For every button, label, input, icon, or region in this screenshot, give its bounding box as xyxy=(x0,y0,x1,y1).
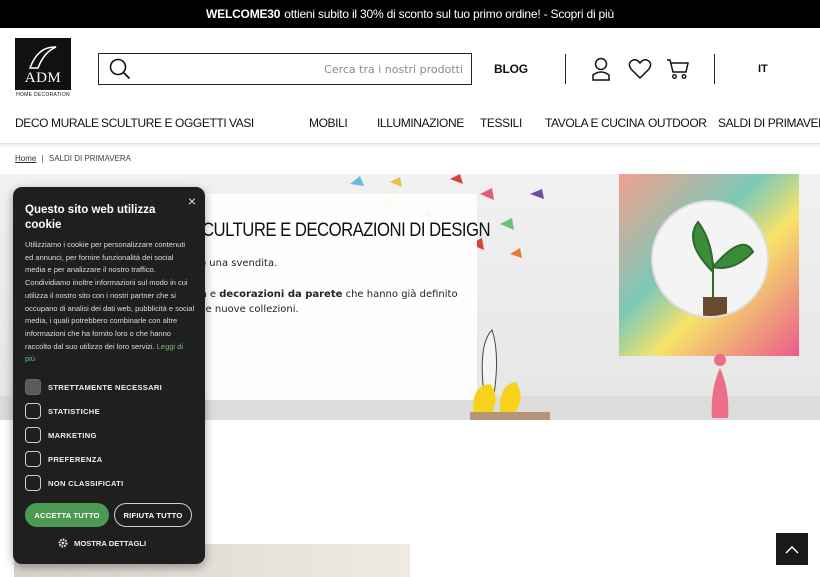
cookie-option-marketing[interactable]: MARKETING xyxy=(25,427,97,443)
hero-text-end: che hanno già definito xyxy=(342,289,458,300)
option-label: PREFERENZA xyxy=(48,454,103,464)
nav-item-sculture-e-oggetti[interactable]: SCULTURE E OGGETTI xyxy=(101,116,227,130)
cookie-body-text: Utilizziamo i cookie per personalizzare … xyxy=(25,240,195,351)
cookie-description: Utilizziamo i cookie per personalizzare … xyxy=(25,239,195,366)
search-input[interactable] xyxy=(131,62,463,76)
show-details-button[interactable]: MOSTRA DETTAGLI xyxy=(58,538,146,548)
show-details-label: MOSTRA DETTAGLI xyxy=(74,538,147,548)
nav-item-deco-murale[interactable]: DECO MURALE xyxy=(15,116,99,130)
header-divider xyxy=(714,54,715,84)
cookie-consent-dialog: × Questo sito web utilizza cookie Utiliz… xyxy=(13,187,205,564)
cookie-option-unclassified[interactable]: NON CLASSIFICATI xyxy=(25,475,124,491)
nav-item-outdoor[interactable]: OUTDOOR xyxy=(648,116,707,130)
logo-subtitle: HOME DECORATION xyxy=(16,92,70,98)
hero-text-line-1: o una svendita. xyxy=(200,258,278,269)
site-logo[interactable]: ADM HOME DECORATION xyxy=(15,38,71,100)
floral-mirror-artwork xyxy=(619,174,799,356)
breadcrumb-current: SALDI DI PRIMAVERA xyxy=(48,154,131,163)
hero-text-line-2: a e decorazioni da parete che hanno già … xyxy=(200,289,458,300)
user-icon xyxy=(592,57,610,81)
chevron-up-icon xyxy=(785,545,799,554)
promo-bar[interactable]: WELCOME30 ottieni subito il 30% di scont… xyxy=(0,0,820,28)
round-mirror xyxy=(651,200,769,318)
checkbox-preferences[interactable] xyxy=(25,451,41,467)
nav-item-saldi-di-primavera[interactable]: SALDI DI PRIMAVERA xyxy=(718,116,820,130)
checkbox-statistics[interactable] xyxy=(25,403,41,419)
nav-item-mobili[interactable]: MOBILI xyxy=(309,116,348,130)
sculpture-decoration xyxy=(470,329,550,420)
account-button[interactable] xyxy=(588,56,614,82)
cookie-option-necessary: STRETTAMENTE NECESSARI xyxy=(25,379,162,395)
gear-icon xyxy=(58,538,68,548)
main-nav: DECO MURALE SCULTURE E OGGETTI VASI MOBI… xyxy=(0,110,820,144)
heart-icon xyxy=(628,59,652,80)
cart-icon xyxy=(667,59,689,79)
checkbox-unclassified[interactable] xyxy=(25,475,41,491)
cookie-option-preferences[interactable]: PREFERENZA xyxy=(25,451,102,467)
reject-all-button[interactable]: RIFIUTA TUTTO xyxy=(114,503,192,527)
scroll-to-top-button[interactable] xyxy=(776,533,808,565)
accept-all-button[interactable]: ACCETTA TUTTO xyxy=(25,503,109,527)
blog-link[interactable]: BLOG xyxy=(494,62,528,76)
search-bar[interactable] xyxy=(98,53,472,85)
hero-text-line-3: lle nuove collezioni. xyxy=(200,304,299,315)
nav-item-illuminazione[interactable]: ILLUMINAZIONE xyxy=(377,116,464,130)
language-selector[interactable]: IT xyxy=(758,63,768,75)
logo-emblem-icon xyxy=(28,46,57,69)
search-icon[interactable] xyxy=(109,58,131,80)
plant-decoration xyxy=(692,220,755,316)
option-label: MARKETING xyxy=(48,430,97,440)
close-icon[interactable]: × xyxy=(188,193,196,209)
hero-text-bold-2: decorazioni da parete xyxy=(219,289,343,300)
option-label: STATISTICHE xyxy=(48,406,100,416)
promo-text: ottieni subito il 30% di sconto sul tuo … xyxy=(284,7,614,21)
cart-button[interactable] xyxy=(665,56,691,82)
option-label: STRETTAMENTE NECESSARI xyxy=(48,382,163,392)
option-label: NON CLASSIFICATI xyxy=(48,478,124,488)
breadcrumb-separator: | xyxy=(41,154,44,163)
promo-code: WELCOME30 xyxy=(206,7,281,21)
nav-item-vasi[interactable]: VASI xyxy=(229,116,254,130)
nav-item-tavola-e-cucina[interactable]: TAVOLA E CUCINA xyxy=(545,116,645,130)
hero-title: CULTURE E DECORAZIONI DI DESIGN xyxy=(202,220,491,241)
wishlist-button[interactable] xyxy=(627,56,653,82)
breadcrumb-home[interactable]: Home xyxy=(15,154,36,163)
cookie-option-statistics[interactable]: STATISTICHE xyxy=(25,403,100,419)
header-divider xyxy=(565,54,566,84)
logo-text: ADM xyxy=(24,70,62,86)
pink-figure-decoration xyxy=(711,354,729,418)
logo-mark: ADM xyxy=(15,38,71,90)
site-header: ADM HOME DECORATION BLOG IT xyxy=(0,28,820,110)
checkbox-necessary xyxy=(25,379,41,395)
hero-text-mid: e xyxy=(206,289,220,300)
checkbox-marketing[interactable] xyxy=(25,427,41,443)
cookie-title: Questo sito web utilizza cookie xyxy=(25,204,156,231)
breadcrumb: Home | SALDI DI PRIMAVERA xyxy=(15,154,131,163)
nav-item-tessili[interactable]: TESSILI xyxy=(480,116,522,130)
